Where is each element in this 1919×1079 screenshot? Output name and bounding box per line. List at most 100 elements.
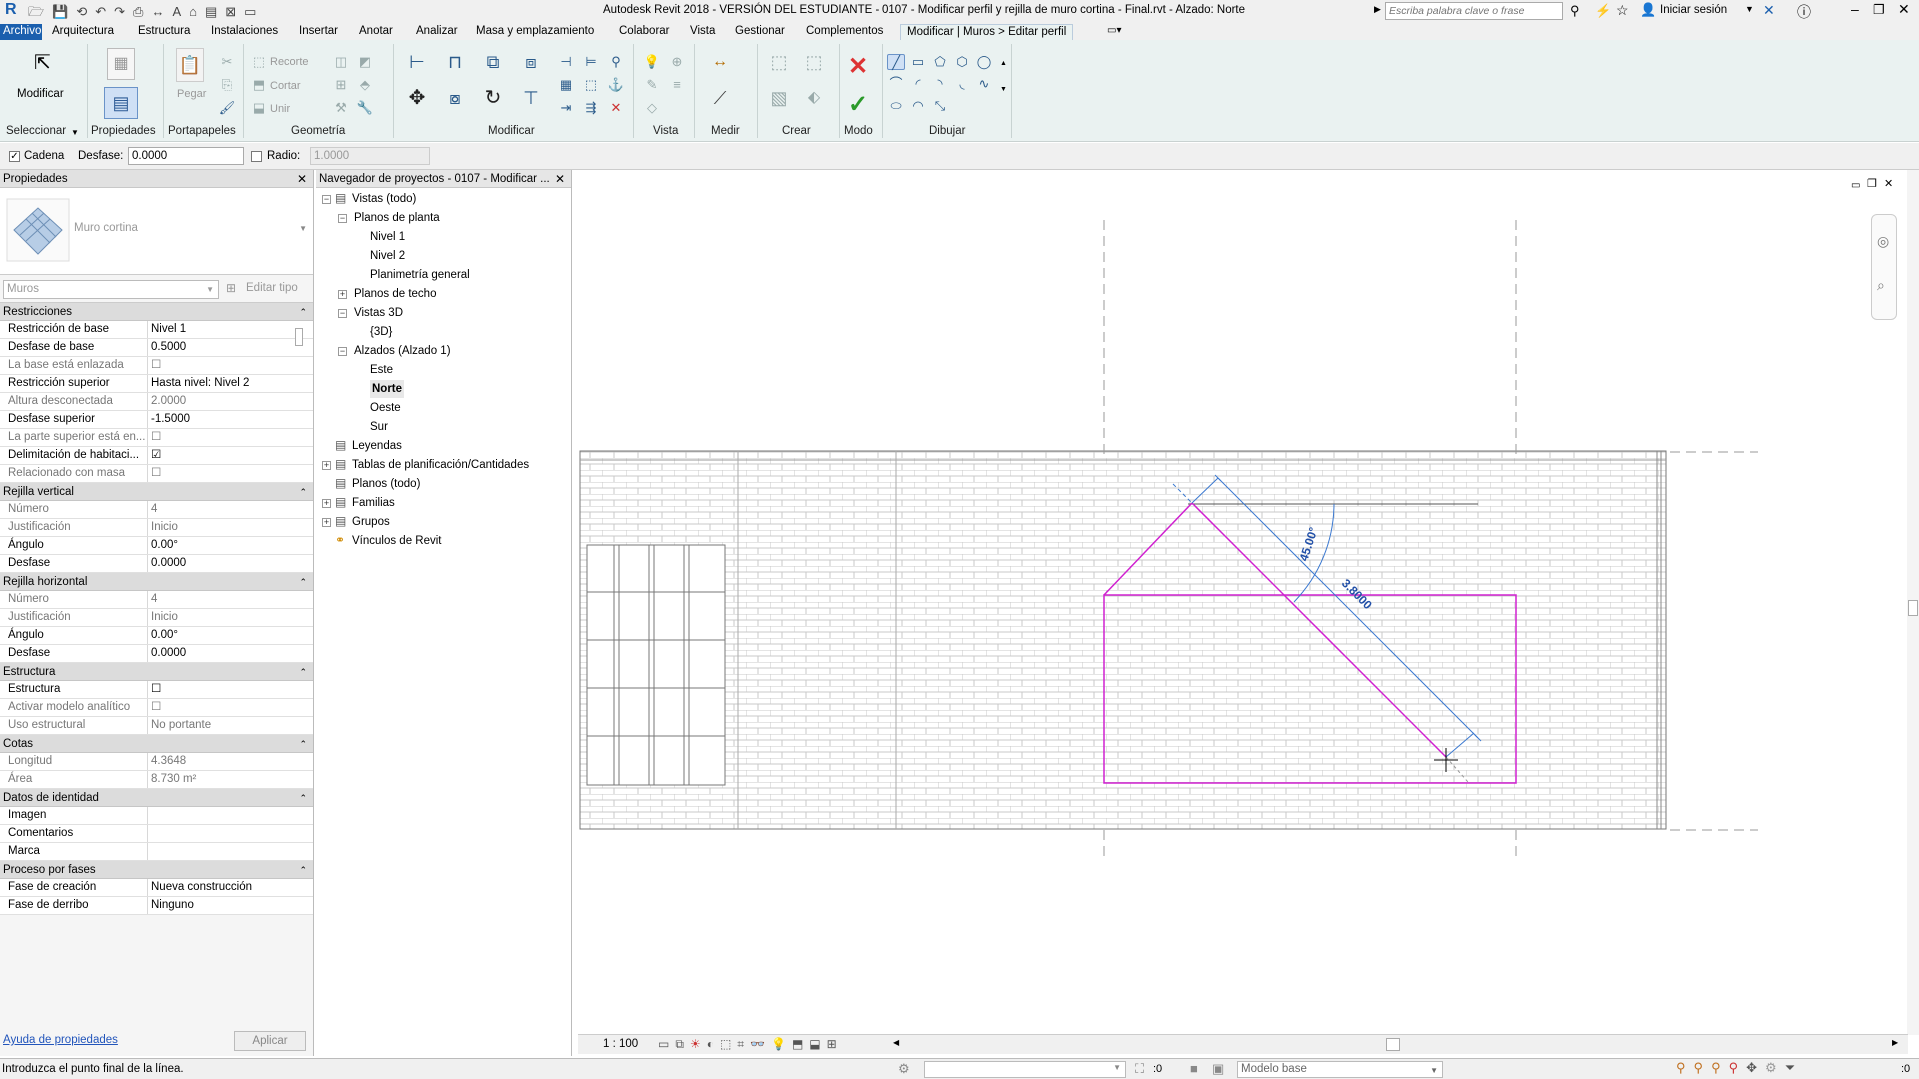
measure-between-icon[interactable]: ↔ [704,54,736,70]
property-row[interactable]: Fase de derribo Ninguno [0,897,313,915]
ellipse-icon[interactable]: ⬭ [887,98,905,114]
constraints-icon[interactable]: ⊞ [827,1037,843,1051]
scale-icon[interactable]: ⬚ [582,77,600,93]
zoom-region-icon[interactable]: ⌕ [1877,277,1885,294]
cut-geometry-icon[interactable]: ⬒ [250,77,268,93]
linework-icon[interactable]: ✎ [643,77,661,93]
collapse-section-icon[interactable]: ⌃ [299,861,307,879]
cope-icon[interactable]: ⬚ [250,54,268,70]
vertical-scrollbar[interactable] [1907,170,1919,1035]
copy-element-icon[interactable]: ⧇ [442,89,468,116]
mirror-axis-icon[interactable]: ⧉ [480,53,506,78]
property-row[interactable]: Desfase de base 0.5000 [0,339,313,357]
arc-tangent-icon[interactable]: ◝ [931,76,949,92]
paste-label[interactable]: Pegar [177,88,206,100]
create-assembly-icon[interactable]: ⬖ [800,90,828,114]
property-value[interactable]: 0.5000 [148,339,313,356]
collapse-node-icon[interactable]: − [338,309,347,318]
property-row[interactable]: Fase de creación Nueva construcción [0,879,313,897]
cope-label[interactable]: Recorte [270,56,309,68]
save-icon[interactable]: 💾 [52,4,76,19]
revit-logo-icon[interactable]: R [5,1,17,19]
cut-icon[interactable]: ✂ [218,54,236,70]
property-value[interactable] [148,825,313,842]
browser-item[interactable]: Oeste [370,399,401,417]
scroll-left-icon[interactable]: ◀ [893,1038,899,1047]
dimension-icon[interactable]: ⟋ [704,89,736,107]
properties-section-header[interactable]: Restricciones ⌃ [0,303,313,321]
minimize-icon[interactable]: – [1851,1,1859,17]
browser-item[interactable]: Grupos [352,513,390,531]
line-icon[interactable]: ╱ [887,54,905,70]
type-selector[interactable]: Muro cortina ▼ [0,188,313,275]
tab-gestionar[interactable]: Gestionar [732,24,788,40]
tab-arquitectura[interactable]: Arquitectura [49,24,117,40]
worksets-icon[interactable]: ⚙ [898,1061,910,1077]
browser-item[interactable]: Vínculos de Revit [352,532,442,550]
view-minimize-icon[interactable]: ▭ [1851,180,1860,191]
property-row[interactable]: Estructura ☐ [0,681,313,699]
mirror-draw-icon[interactable]: ⧈ [518,53,544,78]
collapse-section-icon[interactable]: ⌃ [299,483,307,501]
subscription-icon[interactable]: ⚡ [1595,3,1611,19]
property-row[interactable]: Relacionado con masa ☐ [0,465,313,483]
design-option-dropdown[interactable]: Modelo base ▼ [1237,1061,1443,1078]
signin-label[interactable]: Iniciar sesión [1660,4,1727,16]
property-row[interactable]: Delimitación de habitaci... ☑ [0,447,313,465]
property-row[interactable]: Comentarios [0,825,313,843]
browser-item[interactable]: Planos de planta [354,209,440,227]
user-icon[interactable]: 👤 [1640,2,1656,18]
sync-icon[interactable]: ⟲ [76,4,95,19]
type-properties-icon[interactable]: ▦ [107,48,135,80]
copy-icon[interactable]: ⎘ [218,77,236,93]
exclude-options-icon[interactable]: ▣ [1212,1061,1224,1077]
favorites-star-icon[interactable]: ☆ [1616,2,1629,19]
design-options-icon[interactable]: ■ [1190,1061,1198,1076]
move-icon[interactable]: ✥ [404,88,430,116]
expand-node-icon[interactable]: + [322,518,331,527]
scale-label[interactable]: 1 : 100 [603,1038,638,1050]
print-icon[interactable]: ⎙ [133,4,151,19]
wrench-icon[interactable]: 🔧 [356,100,374,116]
trim-extend-icon[interactable]: ⊤ [518,89,544,116]
collapse-section-icon[interactable]: ⌃ [299,573,307,591]
visual-style-icon[interactable]: ⧉ [675,1037,690,1051]
property-row[interactable]: Número 4 [0,501,313,519]
properties-scrollbar[interactable] [295,328,303,346]
cancel-edit-icon[interactable]: ✕ [848,52,868,81]
property-value[interactable]: 0.00° [148,537,313,554]
browser-item[interactable]: Planimetría general [370,266,470,284]
restore-icon[interactable]: ❐ [1873,2,1885,18]
highlight-icon[interactable]: ⬓ [809,1037,826,1051]
select-by-face-icon[interactable]: ⚲ [1729,1060,1747,1075]
property-row[interactable]: La base está enlazada ☐ [0,357,313,375]
property-value[interactable]: Nivel 1 [148,321,313,338]
browser-item[interactable]: Planos de techo [354,285,436,303]
offset-icon[interactable]: ⊓ [442,53,468,78]
drag-elements-icon[interactable]: ✥ [1746,1060,1765,1075]
fillet-arc-icon[interactable]: ◟ [953,76,971,92]
property-value[interactable]: 0.0000 [148,645,313,662]
paint-icon[interactable]: ◩ [356,54,374,70]
crop-view-icon[interactable]: ⬚ [720,1037,737,1051]
binoculars-icon[interactable]: ⚲ [1570,3,1580,19]
property-row[interactable]: Área 8.730 m² [0,771,313,789]
property-row[interactable]: Desfase 0.0000 [0,645,313,663]
tab-colaborar[interactable]: Colaborar [616,24,673,40]
view-restore-icon[interactable]: ❐ [1867,177,1877,190]
property-value[interactable]: Hasta nivel: Nivel 2 [148,375,313,392]
curtain-wall-panel[interactable] [586,544,726,786]
modify-button[interactable]: Modificar [17,88,64,100]
tab-insertar[interactable]: Insertar [296,24,341,40]
workset-dropdown[interactable]: ▼ [924,1061,1126,1078]
horizontal-scrollbar-thumb[interactable] [1386,1038,1400,1051]
property-row[interactable]: Justificación Inicio [0,519,313,537]
circumscribed-polygon-icon[interactable]: ⬡ [953,54,971,70]
browser-item[interactable]: {3D} [370,323,392,341]
override-icon[interactable]: ⊕ [668,54,686,70]
collapse-section-icon[interactable]: ⌃ [299,663,307,681]
type-dropdown-icon[interactable]: ▼ [299,224,307,233]
collapse-node-icon[interactable]: − [322,195,331,204]
trim-single-icon[interactable]: ⇥ [557,100,575,116]
property-value[interactable] [148,807,313,824]
